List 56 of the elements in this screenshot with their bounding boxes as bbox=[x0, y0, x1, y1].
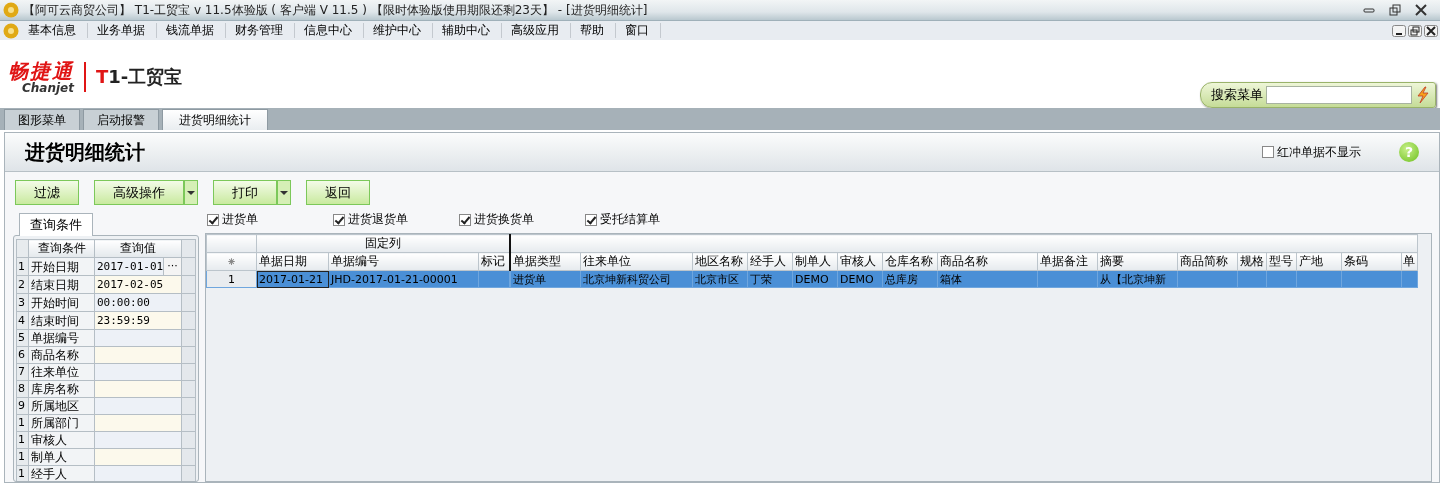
menu-item[interactable]: 帮助 bbox=[571, 23, 616, 38]
menu-item[interactable]: 信息中心 bbox=[295, 23, 364, 38]
header-cell bbox=[206, 234, 257, 253]
toolbar-button[interactable]: 打印 bbox=[213, 180, 277, 205]
table-row[interactable]: 1 2017-01-21 JHD-2017-01-21-00001 进货单 北京坤新科贸公司 北京市区 丁荣 DEMO DEMO 总库房 箱体 从【北京坤新 bbox=[206, 270, 1418, 288]
column-header: 查询条件 bbox=[28, 239, 95, 258]
checkbox[interactable] bbox=[1262, 146, 1274, 158]
window-title: 【阿可云商贸公司】 T1-工贸宝 v 11.5体验版 ( 客户端 V 11.5 ) 【限时体验版使用期限还剩23天】 - [进货明细统计] bbox=[23, 1, 648, 19]
search-label: 搜索菜单 bbox=[1211, 86, 1263, 104]
tab[interactable]: 启动报警 bbox=[83, 109, 159, 130]
dropdown-button[interactable] bbox=[184, 180, 198, 205]
panel-tab[interactable]: 查询条件 bbox=[19, 213, 93, 236]
cell-value: 2017-02-05 bbox=[97, 278, 164, 291]
close-icon[interactable] bbox=[1414, 4, 1428, 16]
ellipsis-button[interactable]: ··· bbox=[163, 258, 181, 275]
toolbar-button[interactable]: 返回 bbox=[306, 180, 370, 205]
tab[interactable]: 图形菜单 bbox=[4, 109, 80, 130]
cell-value: 00:00:00 bbox=[97, 296, 150, 309]
checkbox[interactable] bbox=[585, 213, 597, 226]
cell-value: 23:59:59 bbox=[97, 314, 150, 327]
page-title: 进货明细统计 bbox=[25, 138, 146, 166]
toolbar-button[interactable]: 高级操作 bbox=[94, 180, 184, 205]
checkbox-label: 进货换货单 bbox=[474, 211, 534, 228]
checkbox[interactable] bbox=[207, 213, 219, 226]
dropdown-button[interactable] bbox=[277, 180, 291, 205]
column-group-header: 固定列 bbox=[256, 234, 510, 253]
menu-item[interactable]: 辅助中心 bbox=[433, 23, 502, 38]
menu-item[interactable]: 财务管理 bbox=[226, 23, 295, 38]
menu-item[interactable]: 高级应用 bbox=[502, 23, 571, 38]
checkbox-label: 红冲单据不显示 bbox=[1277, 143, 1361, 161]
checkbox-label: 进货单 bbox=[222, 211, 258, 228]
checkbox-label: 受托结算单 bbox=[600, 211, 660, 228]
menu-item[interactable]: 基本信息 bbox=[19, 23, 88, 38]
menu-item[interactable]: 维护中心 bbox=[364, 23, 433, 38]
app-icon bbox=[3, 22, 19, 39]
checkbox[interactable] bbox=[333, 213, 345, 226]
header-cell bbox=[16, 239, 29, 258]
cell-value: 2017-01-01 bbox=[97, 260, 164, 273]
brand-latin-name: Chanjet bbox=[22, 82, 74, 94]
product-name: T1-工贸宝 bbox=[96, 65, 183, 89]
menu-item[interactable]: 业务单据 bbox=[88, 23, 157, 38]
column-header: 查询值 bbox=[94, 239, 182, 258]
restore-icon[interactable] bbox=[1408, 24, 1422, 37]
menu-item[interactable]: 钱流单据 bbox=[157, 23, 226, 38]
menu-item[interactable]: 窗口 bbox=[616, 23, 661, 38]
checkbox[interactable] bbox=[459, 213, 471, 226]
toolbar-button[interactable]: 过滤 bbox=[15, 180, 79, 205]
search-field[interactable] bbox=[1266, 86, 1412, 104]
restore-icon[interactable] bbox=[1388, 4, 1402, 16]
checkbox-label: 进货退货单 bbox=[348, 211, 408, 228]
tab[interactable]: 进货明细统计 bbox=[162, 109, 268, 130]
lightning-icon[interactable] bbox=[1415, 86, 1431, 104]
minimize-icon[interactable] bbox=[1392, 24, 1406, 37]
close-icon[interactable] bbox=[1424, 24, 1438, 37]
app-icon bbox=[3, 2, 19, 18]
brand-name: 畅捷通 bbox=[8, 60, 74, 82]
